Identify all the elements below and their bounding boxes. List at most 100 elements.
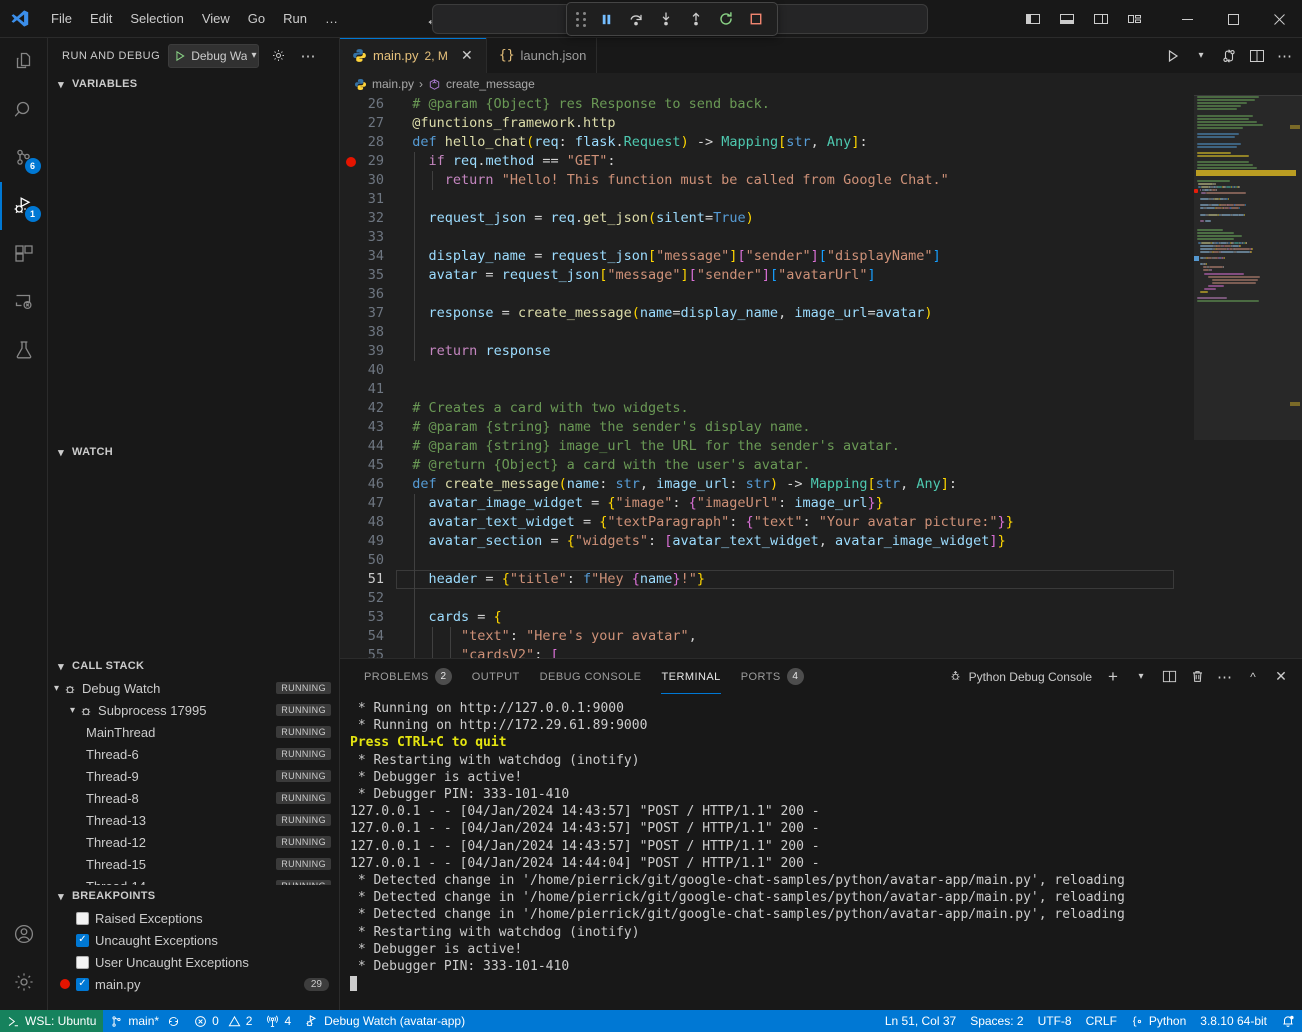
call-stack-row[interactable]: Thread-12RUNNING [48, 831, 339, 853]
step-out-button[interactable] [682, 6, 710, 32]
tab-debug-console[interactable]: DEBUG CONSOLE [530, 659, 652, 694]
code-line[interactable]: 32 request_json = req.get_json(silent=Tr… [340, 209, 1194, 228]
call-stack-row[interactable]: ▾Subprocess 17995RUNNING [48, 699, 339, 721]
maximize-panel-button[interactable]: ^ [1240, 664, 1266, 690]
status-encoding[interactable]: UTF-8 [1031, 1010, 1079, 1032]
code-line[interactable]: 33 [340, 228, 1194, 247]
tab-launch-json[interactable]: {} launch.json [487, 38, 597, 73]
line-number[interactable]: 39 [340, 342, 396, 361]
line-number[interactable]: 50 [340, 551, 396, 570]
minimize-window-button[interactable] [1164, 0, 1210, 38]
call-stack-row[interactable]: Thread-14RUNNING [48, 875, 339, 885]
code-line[interactable]: 29 if req.method == "GET": [340, 152, 1194, 171]
line-number[interactable]: 29 [340, 152, 396, 171]
panel-more-actions[interactable]: ⋯ [1212, 664, 1238, 690]
code-line[interactable]: 28 def hello_chat(req: flask.Request) ->… [340, 133, 1194, 152]
gear-icon[interactable] [0, 958, 48, 1006]
scrollbar-decorations[interactable] [1288, 95, 1302, 658]
line-number[interactable]: 27 [340, 114, 396, 133]
line-number[interactable]: 43 [340, 418, 396, 437]
line-number[interactable]: 26 [340, 95, 396, 114]
sidebar-item-run-and-debug[interactable]: 1 [0, 182, 48, 230]
drag-grip-icon[interactable] [574, 10, 588, 28]
menu-edit[interactable]: Edit [81, 7, 121, 30]
menu-run[interactable]: Run [274, 7, 316, 30]
new-terminal-button[interactable]: + [1100, 664, 1126, 690]
debug-toolbar[interactable] [566, 2, 778, 36]
step-into-button[interactable] [652, 6, 680, 32]
code-line[interactable]: 46 def create_message(name: str, image_u… [340, 475, 1194, 494]
call-stack-row[interactable]: Thread-6RUNNING [48, 743, 339, 765]
code-line[interactable]: 26 # @param {Object} res Response to sen… [340, 95, 1194, 114]
line-number[interactable]: 32 [340, 209, 396, 228]
sidebar-item-explorer[interactable] [0, 38, 48, 86]
maximize-window-button[interactable] [1210, 0, 1256, 38]
code-line[interactable]: 31 [340, 190, 1194, 209]
line-number[interactable]: 42 [340, 399, 396, 418]
debug-settings-button[interactable] [267, 45, 289, 67]
code-line[interactable]: 30 return "Hello! This function must be … [340, 171, 1194, 190]
play-icon[interactable] [173, 49, 187, 63]
menu-selection[interactable]: Selection [121, 7, 192, 30]
code-line[interactable]: 49 avatar_section = {"widgets": [avatar_… [340, 532, 1194, 551]
call-stack-row[interactable]: Thread-15RUNNING [48, 853, 339, 875]
code-line[interactable]: 45 # @return {Object} a card with the us… [340, 456, 1194, 475]
step-over-button[interactable] [622, 6, 650, 32]
run-options-dropdown[interactable]: ▾ [1188, 43, 1214, 69]
terminal-output[interactable]: * Running on http://127.0.0.1:9000 * Run… [340, 694, 1302, 1010]
line-number[interactable]: 54 [340, 627, 396, 646]
line-number[interactable]: 41 [340, 380, 396, 399]
code-line[interactable]: 38 [340, 323, 1194, 342]
line-number[interactable]: 28 [340, 133, 396, 152]
code-line[interactable]: 39 return response [340, 342, 1194, 361]
trash-icon[interactable] [1184, 664, 1210, 690]
breakpoint-checkbox[interactable] [76, 912, 89, 925]
menu-file[interactable]: File [42, 7, 81, 30]
code-line[interactable]: 37 response = create_message(name=displa… [340, 304, 1194, 323]
layout-sidebar-left-icon[interactable] [1018, 4, 1048, 34]
tab-main-py[interactable]: main.py 2, M ✕ [340, 38, 487, 73]
line-number[interactable]: 46 [340, 475, 396, 494]
stop-button[interactable] [742, 6, 770, 32]
code-line[interactable]: 52 [340, 589, 1194, 608]
breakpoint-checkbox[interactable] [76, 956, 89, 969]
code-line[interactable]: 27 @functions_framework.http [340, 114, 1194, 133]
line-number[interactable]: 49 [340, 532, 396, 551]
git-compare-icon[interactable] [1216, 43, 1242, 69]
breakpoint-checkbox[interactable] [76, 978, 89, 991]
line-number[interactable]: 48 [340, 513, 396, 532]
sidebar-more-actions[interactable]: ⋯ [297, 45, 319, 67]
code-line[interactable]: 40 [340, 361, 1194, 380]
line-number[interactable]: 37 [340, 304, 396, 323]
code-lines-area[interactable]: 26 # @param {Object} res Response to sen… [340, 95, 1194, 658]
menu-go[interactable]: Go [239, 7, 274, 30]
status-interpreter[interactable]: 3.8.10 64-bit [1193, 1010, 1274, 1032]
sync-icon[interactable] [167, 1015, 180, 1028]
breadcrumb-file[interactable]: main.py [372, 77, 414, 91]
code-line[interactable]: 55 "cardsV2": [ [340, 646, 1194, 658]
watch-section-header[interactable]: ▾ WATCH [48, 441, 339, 463]
line-number[interactable]: 44 [340, 437, 396, 456]
code-line[interactable]: 51 header = {"title": f"Hey {name}!"} [340, 570, 1194, 589]
status-branch[interactable]: main* [103, 1010, 187, 1032]
breakpoint-row[interactable]: User Uncaught Exceptions [48, 951, 339, 973]
line-number[interactable]: 31 [340, 190, 396, 209]
line-number[interactable]: 47 [340, 494, 396, 513]
split-editor-button[interactable] [1244, 43, 1270, 69]
sidebar-item-source-control[interactable]: 6 [0, 134, 48, 182]
editor-more-actions[interactable]: ⋯ [1272, 43, 1298, 69]
debug-configuration-selector[interactable]: Debug Wa ▾ [168, 44, 259, 68]
breakpoint-row[interactable]: Raised Exceptions [48, 907, 339, 929]
call-stack-row[interactable]: Thread-13RUNNING [48, 809, 339, 831]
status-ports[interactable]: 4 [259, 1010, 298, 1032]
restart-button[interactable] [712, 6, 740, 32]
call-stack-row[interactable]: Thread-8RUNNING [48, 787, 339, 809]
close-icon[interactable]: ✕ [458, 47, 476, 65]
status-indentation[interactable]: Spaces: 2 [963, 1010, 1030, 1032]
line-number[interactable]: 40 [340, 361, 396, 380]
call-stack-section-header[interactable]: ▾ CALL STACK [48, 655, 339, 677]
call-stack-row[interactable]: Thread-9RUNNING [48, 765, 339, 787]
chevron-down-icon[interactable]: ▾ [54, 683, 59, 694]
call-stack-row[interactable]: MainThreadRUNNING [48, 721, 339, 743]
layout-customize-icon[interactable] [1120, 4, 1150, 34]
